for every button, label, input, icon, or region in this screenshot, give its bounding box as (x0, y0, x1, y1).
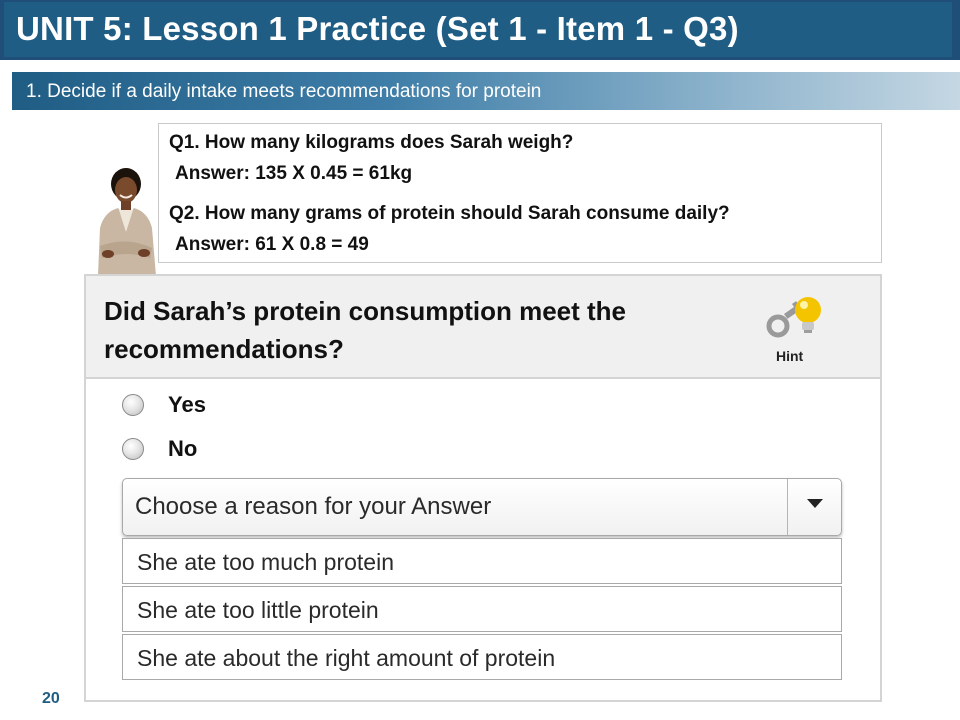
dropdown-option-label: She ate too much protein (137, 549, 394, 575)
title-panel: UNIT 5: Lesson 1 Practice (Set 1 - Item … (4, 2, 952, 57)
question-panel: Did Sarah’s protein consumption meet the… (84, 274, 882, 702)
page-subtitle: 1. Decide if a daily intake meets recomm… (26, 81, 542, 102)
subtitle-bar: 1. Decide if a daily intake meets recomm… (12, 72, 960, 110)
hint-button[interactable]: Hint (762, 290, 828, 368)
dropdown-placeholder: Choose a reason for your Answer (135, 493, 492, 520)
radio-button[interactable] (122, 394, 144, 416)
page-title: UNIT 5: Lesson 1 Practice (Set 1 - Item … (16, 10, 739, 47)
question-1: Q1. How many kilograms does Sarah weigh? (169, 132, 574, 153)
previous-answers-box: Q1. How many kilograms does Sarah weigh?… (158, 123, 882, 263)
hint-label: Hint (776, 348, 804, 364)
radio-label: Yes (168, 392, 206, 417)
dropdown-option[interactable]: She ate too much protein (122, 538, 842, 584)
reason-dropdown[interactable]: Choose a reason for your Answer (122, 478, 842, 536)
radio-label: No (168, 436, 198, 461)
answer-2: Answer: 61 X 0.8 = 49 (175, 234, 369, 255)
page-number: 20 (42, 690, 60, 707)
dropdown-divider (787, 479, 788, 535)
question-header: Did Sarah’s protein consumption meet the… (86, 276, 880, 379)
question-text: Did Sarah’s protein consumption meet the… (104, 296, 626, 364)
dropdown-option-label: She ate too little protein (137, 597, 379, 623)
student-avatar-image (98, 168, 156, 276)
key-lightbulb-icon (766, 297, 821, 338)
question-2: Q2. How many grams of protein should Sar… (169, 203, 730, 224)
dropdown-option[interactable]: She ate about the right amount of protei… (122, 634, 842, 680)
chevron-down-icon[interactable] (807, 499, 823, 508)
title-bar: UNIT 5: Lesson 1 Practice (Set 1 - Item … (0, 0, 960, 60)
radio-button[interactable] (122, 438, 144, 460)
answer-1: Answer: 135 X 0.45 = 61kg (175, 163, 413, 184)
dropdown-option[interactable]: She ate too little protein (122, 586, 842, 632)
dropdown-option-label: She ate about the right amount of protei… (137, 645, 556, 671)
